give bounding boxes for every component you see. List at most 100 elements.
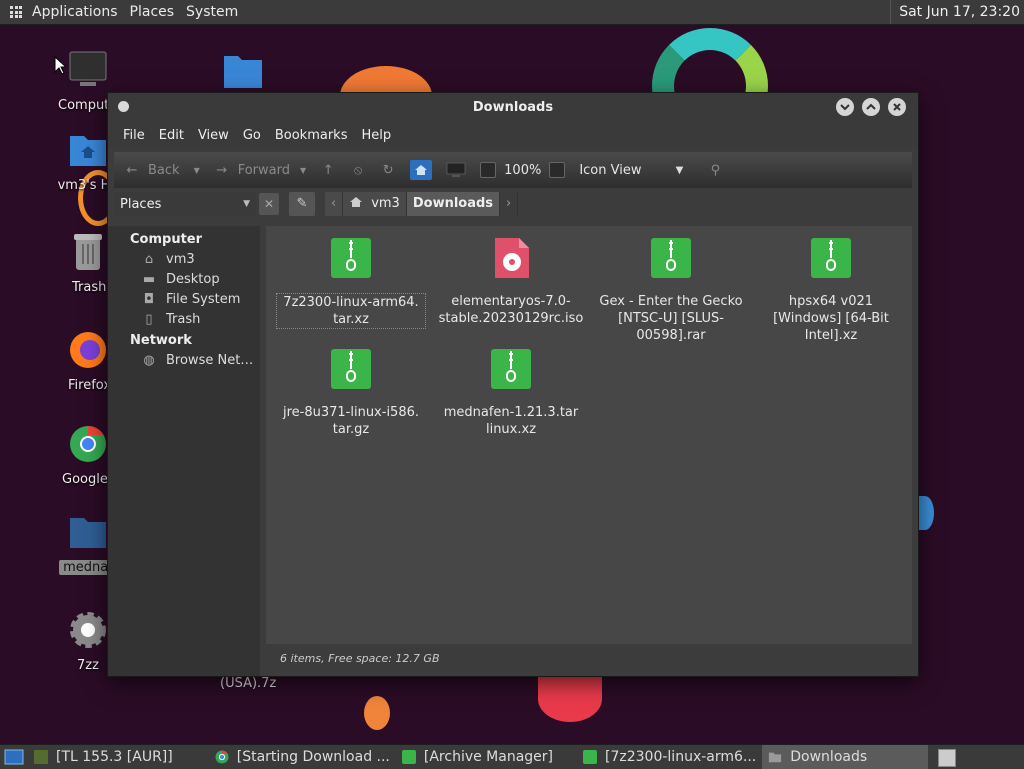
computer-button[interactable] xyxy=(446,162,466,178)
trash-icon: ▯ xyxy=(145,312,153,327)
menu-edit[interactable]: Edit xyxy=(152,128,191,143)
file-item-7z2300[interactable]: 7z2300-linux-arm64. tar.xz xyxy=(276,238,426,329)
trash-icon xyxy=(74,234,102,270)
forward-dropdown-icon[interactable]: ▼ xyxy=(300,166,306,175)
bottom-taskbar: [TL 155.3 [AUR]] [Starting Download ... … xyxy=(0,744,1024,769)
window-body: Computer ⌂ vm3 ▬ Desktop ◘ File System ▯ Tra… xyxy=(108,226,918,676)
task-chrome-download[interactable]: [Starting Download ... xyxy=(209,745,396,769)
file-name-line: tar.xz xyxy=(333,312,369,327)
task-7z2300-archive[interactable]: [7z2300-linux-arm6... xyxy=(577,745,762,769)
back-dropdown-icon[interactable]: ▼ xyxy=(194,166,200,175)
search-button[interactable]: ⚲ xyxy=(707,163,731,178)
sidebar-section-computer: Computer xyxy=(130,232,203,247)
zoom-out-icon[interactable] xyxy=(480,162,497,178)
minimize-button[interactable] xyxy=(836,98,854,116)
breadcrumb-forward-arrow[interactable]: › xyxy=(500,192,519,216)
file-name-line: [NTSC-U] [SLUS- xyxy=(618,311,724,326)
reload-button[interactable]: ↻ xyxy=(380,163,396,178)
breadcrumb: ‹ vm3 Downloads › xyxy=(325,192,519,216)
window-title: Downloads xyxy=(472,100,554,115)
workspace-switcher[interactable] xyxy=(938,749,956,767)
status-bar: 6 items, Free space: 12.7 GB xyxy=(266,646,912,672)
archive-icon xyxy=(331,349,371,389)
file-view[interactable]: 7z2300-linux-arm64. tar.xz elementaryos-7… xyxy=(266,226,912,644)
breadcrumb-downloads[interactable]: Downloads xyxy=(406,192,501,216)
desktop-folder-icon[interactable] xyxy=(222,52,266,92)
sidebar-item-browse-network[interactable]: ◍ Browse Net… xyxy=(108,348,260,368)
file-name-line: 7z2300-linux-arm64. xyxy=(283,295,419,310)
menu-system[interactable]: System xyxy=(180,4,244,20)
folder-icon xyxy=(70,518,106,548)
task-archive-manager[interactable]: [Archive Manager] xyxy=(396,745,559,769)
file-item-gex[interactable]: Gex - Enter the Gecko [NTSC-U] [SLUS- 0059… xyxy=(596,238,746,344)
breadcrumb-vm3-label: vm3 xyxy=(371,196,400,211)
back-label: Back xyxy=(148,162,180,178)
applications-grid-icon[interactable] xyxy=(10,6,22,18)
breadcrumb-home[interactable]: vm3 xyxy=(343,192,407,216)
show-desktop-icon xyxy=(4,749,24,765)
file-name-line: linux.xz xyxy=(485,422,537,437)
chevron-down-icon xyxy=(840,104,850,111)
file-item-hpsx64[interactable]: hpsx64 v021 [Windows] [64-Bit Intel].xz xyxy=(756,238,906,344)
up-button[interactable]: ↑ xyxy=(320,163,336,178)
show-desktop-button[interactable] xyxy=(0,745,28,769)
mouse-pointer-icon xyxy=(54,56,66,75)
sidebar-item-vm3[interactable]: ⌂ vm3 xyxy=(108,247,260,267)
file-item-elementaryos[interactable]: elementaryos-7.0- stable.20230129rc.iso xyxy=(436,238,586,327)
folder-icon xyxy=(769,752,782,763)
forward-button[interactable]: → Forward ▼ xyxy=(214,163,306,178)
close-button[interactable] xyxy=(888,98,906,116)
sidebar-item-label: vm3 xyxy=(166,252,195,267)
stop-button[interactable]: ⦸ xyxy=(350,163,366,178)
home-icon xyxy=(350,197,363,207)
file-item-mednafen[interactable]: mednafen-1.21.3.tar linux.xz xyxy=(436,349,586,438)
disc-image-icon xyxy=(495,238,529,278)
task-downloads[interactable]: Downloads xyxy=(762,745,929,769)
zoom-in-icon[interactable] xyxy=(549,162,566,178)
places-selector[interactable]: Places ▼ xyxy=(114,192,256,216)
menu-help[interactable]: Help xyxy=(354,128,398,143)
menu-places[interactable]: Places xyxy=(124,4,181,20)
sidebar-item-label: Browse Net… xyxy=(166,353,254,368)
back-button[interactable]: ← Back ▼ xyxy=(124,163,200,178)
forward-label: Forward xyxy=(237,162,290,178)
task-label: [TL 155.3 [AUR]] xyxy=(56,749,173,765)
task-label: Downloads xyxy=(790,749,868,765)
close-icon: ✕ xyxy=(263,197,275,211)
menu-file[interactable]: File xyxy=(116,128,152,143)
archive-icon xyxy=(811,238,851,278)
network-icon: ◍ xyxy=(143,353,155,368)
clock[interactable]: Sat Jun 17, 23:20 xyxy=(890,0,1024,24)
breadcrumb-back-arrow[interactable]: ‹ xyxy=(325,192,344,216)
archive-icon xyxy=(491,349,531,389)
toolbar: ← Back ▼ → Forward ▼ ↑ ⦸ ↻ 100% Icon Vie… xyxy=(114,152,912,188)
location-bar: Places ▼ ✕ ✎ ‹ vm3 Downloads › xyxy=(108,189,918,219)
menu-go[interactable]: Go xyxy=(236,128,268,143)
sidebar-item-desktop[interactable]: ▬ Desktop xyxy=(108,267,260,287)
home-button[interactable] xyxy=(410,160,433,180)
sidebar-item-trash[interactable]: ▯ Trash xyxy=(108,307,260,327)
edit-location-button[interactable]: ✎ xyxy=(289,192,315,216)
zoom-level: 100% xyxy=(504,162,542,178)
terminal-icon xyxy=(34,750,48,764)
menu-view[interactable]: View xyxy=(191,128,236,143)
file-name-line: Gex - Enter the Gecko xyxy=(599,294,743,309)
task-terminal[interactable]: [TL 155.3 [AUR]] xyxy=(28,745,179,769)
file-name-line: elementaryos-7.0- xyxy=(451,294,571,309)
desktop-extra-label: (USA).7z xyxy=(220,676,277,691)
file-name-line: [Windows] [64-Bit xyxy=(773,311,889,326)
file-manager-window: Downloads File Edit View Go Bookmarks He… xyxy=(107,92,919,677)
menu-applications[interactable]: Applications xyxy=(26,4,124,20)
computer-icon xyxy=(69,51,107,86)
sidebar-item-label: Trash xyxy=(166,312,201,327)
view-mode-select[interactable]: Icon View ▼ xyxy=(579,163,683,178)
arrow-left-icon: ← xyxy=(126,162,138,178)
window-menubar: File Edit View Go Bookmarks Help xyxy=(108,123,918,147)
task-label: [7z2300-linux-arm6... xyxy=(605,749,757,765)
close-sidebar-button[interactable]: ✕ xyxy=(259,193,279,215)
file-item-jre[interactable]: jre-8u371-linux-i586. tar.gz xyxy=(276,349,426,438)
menu-bookmarks[interactable]: Bookmarks xyxy=(268,128,355,143)
maximize-button[interactable] xyxy=(862,98,880,116)
window-titlebar[interactable]: Downloads xyxy=(108,93,918,123)
sidebar-item-file-system[interactable]: ◘ File System xyxy=(108,287,260,307)
